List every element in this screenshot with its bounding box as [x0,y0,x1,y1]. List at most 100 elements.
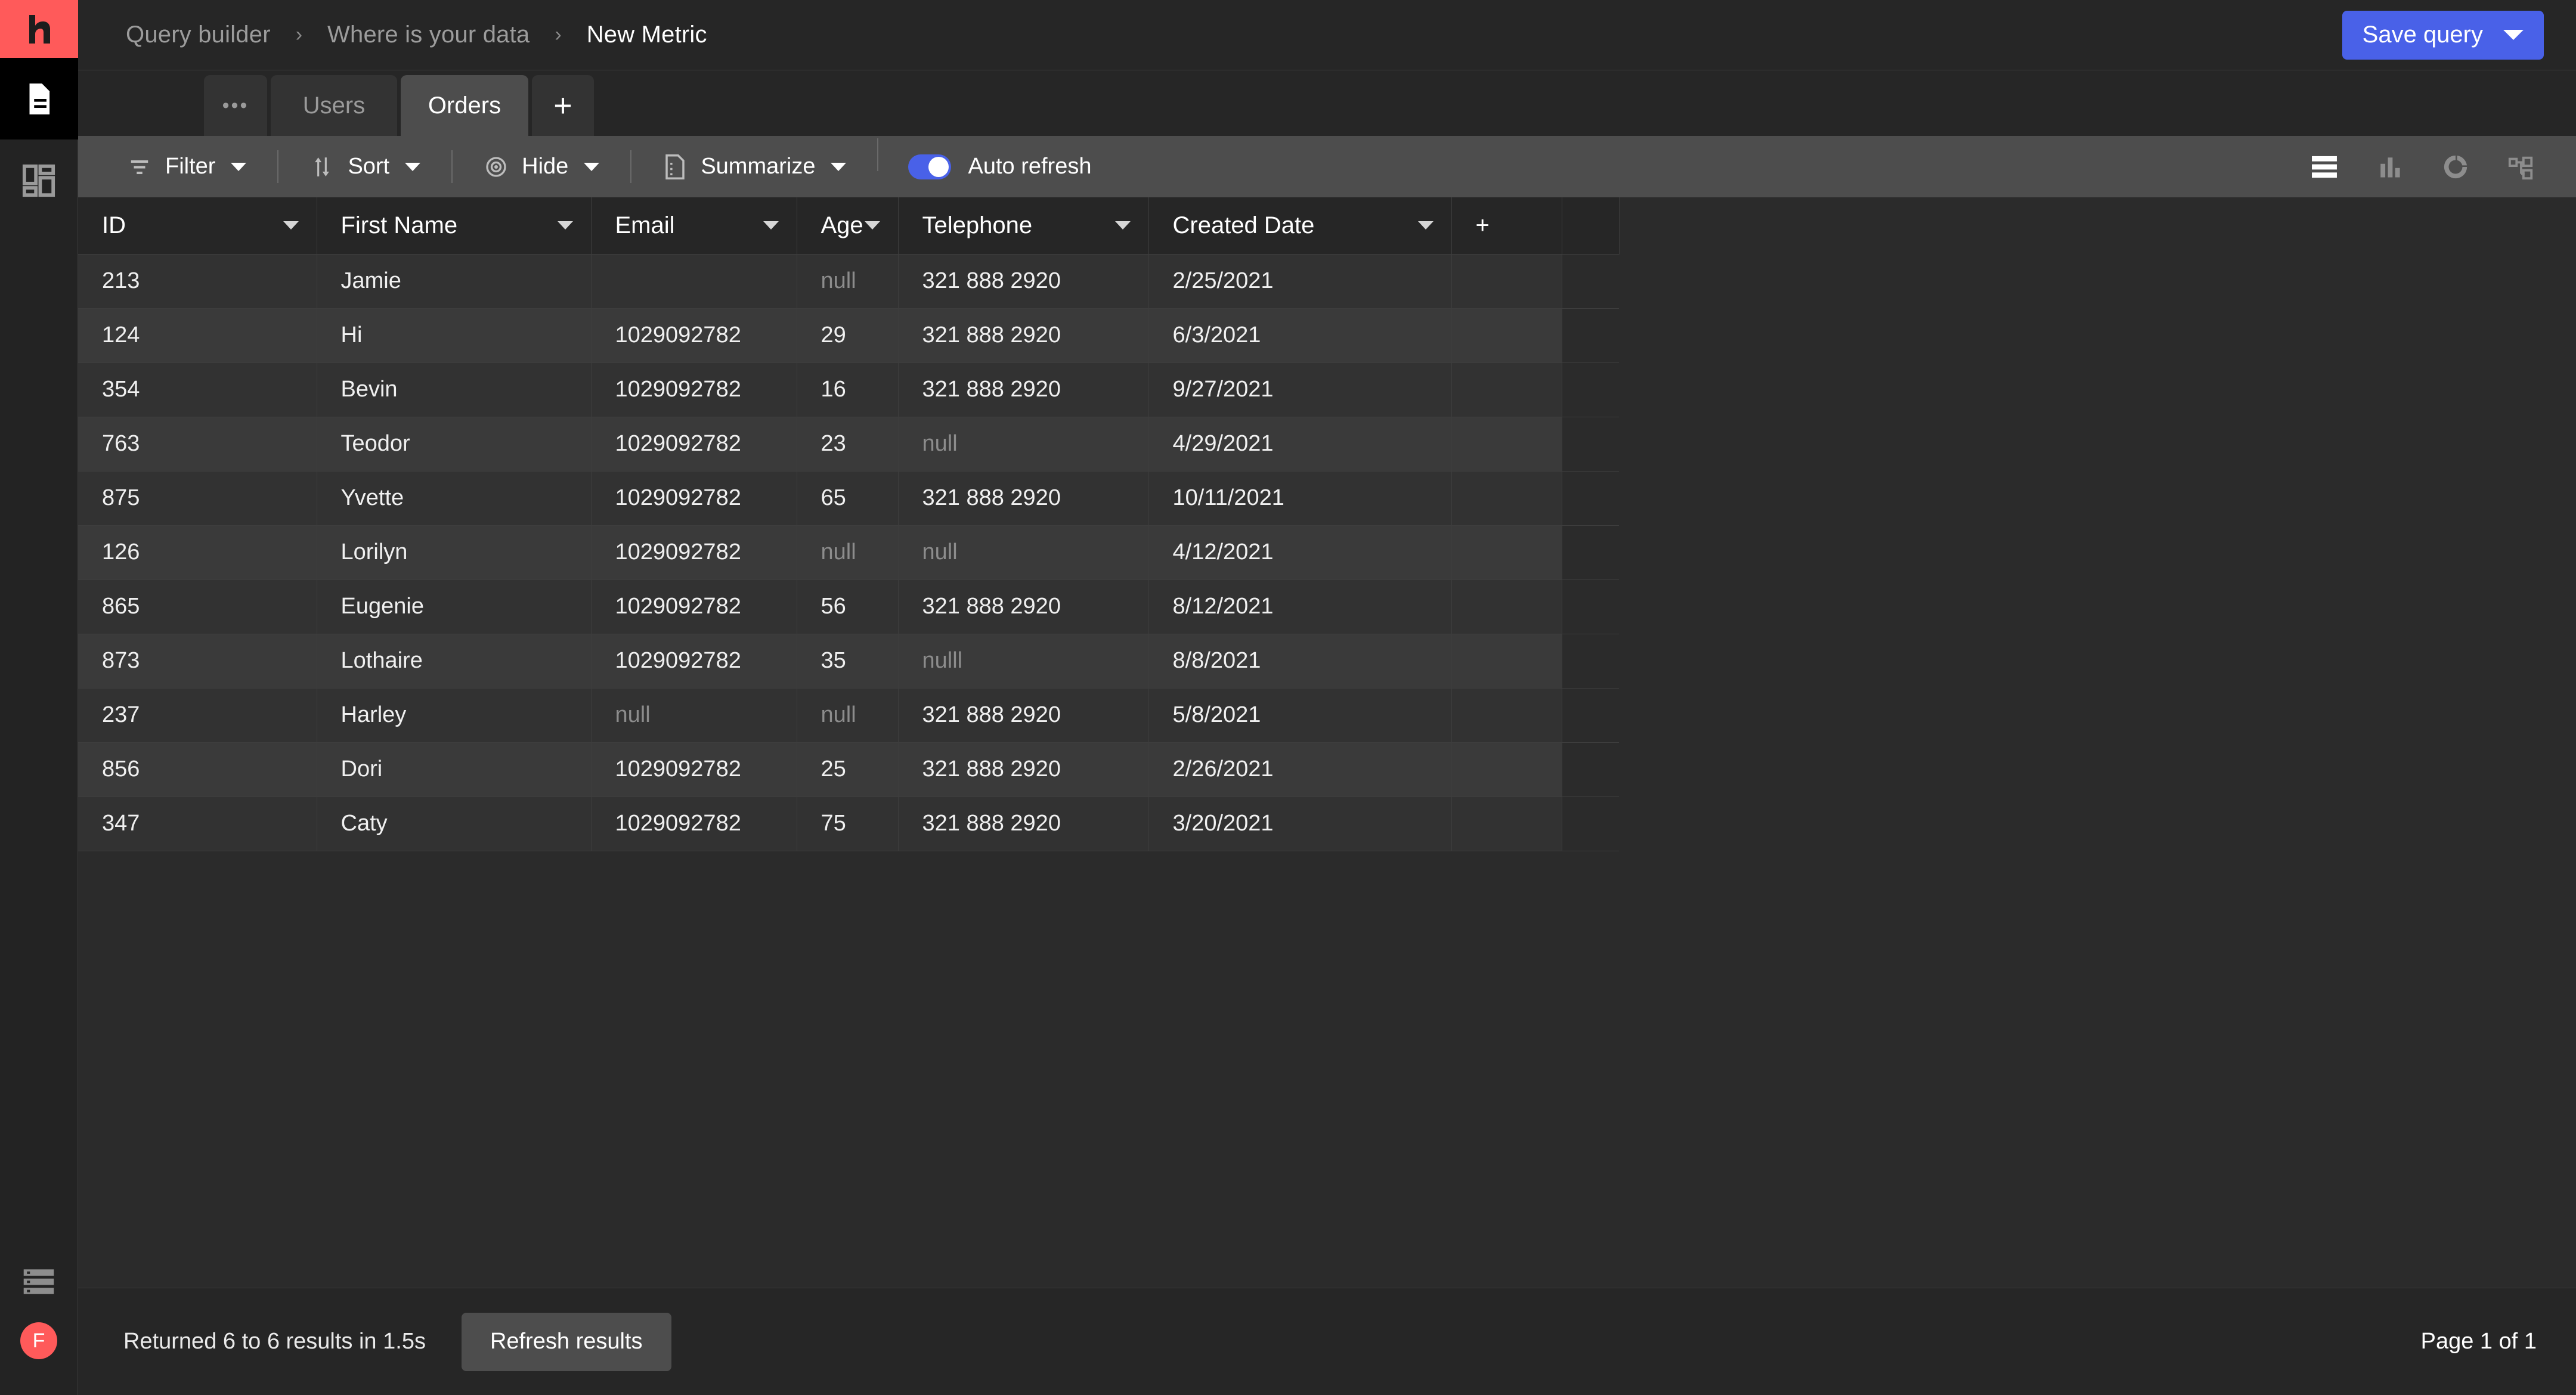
hide-button[interactable]: Hide [451,136,630,197]
table-row[interactable]: 126 Lorilyn 1029092782 null null 4/12/2021 [78,525,2576,580]
chevron-down-icon[interactable] [864,221,880,230]
cell-created-date[interactable]: 3/20/2021 [1148,796,1452,851]
cell-email[interactable]: 1029092782 [591,525,797,580]
bar-chart-view-icon[interactable] [2374,151,2405,182]
cell-age[interactable]: 56 [797,579,899,634]
add-tab-button[interactable]: + [532,75,594,136]
table-row[interactable]: 873 Lothaire 1029092782 35 nulll 8/8/2021 [78,634,2576,689]
sort-button[interactable]: Sort [277,136,451,197]
cell-created-date[interactable]: 2/25/2021 [1148,254,1452,309]
cell-id[interactable]: 237 [78,688,317,743]
cell-telephone[interactable]: 321 888 2920 [898,579,1149,634]
summarize-button[interactable]: Summarize [630,136,877,197]
cell-id[interactable]: 347 [78,796,317,851]
cell-telephone[interactable]: 321 888 2920 [898,471,1149,526]
cell-telephone[interactable]: 321 888 2920 [898,742,1149,797]
cell-telephone[interactable]: 321 888 2920 [898,688,1149,743]
chevron-down-icon[interactable] [763,221,779,230]
column-header-first-name[interactable]: First Name [317,197,592,255]
sidebar-item-documents[interactable] [0,58,78,140]
cell-id[interactable]: 354 [78,362,317,417]
column-header-created-date[interactable]: Created Date [1148,197,1452,255]
cell-id[interactable]: 124 [78,308,317,363]
cell-first-name[interactable]: Harley [317,688,592,743]
cell-id[interactable]: 126 [78,525,317,580]
cell-created-date[interactable]: 4/29/2021 [1148,417,1452,472]
cell-first-name[interactable]: Bevin [317,362,592,417]
node-tree-view-icon[interactable] [2506,151,2537,182]
cell-email[interactable]: 1029092782 [591,742,797,797]
chevron-down-icon[interactable] [2503,30,2524,40]
save-query-button[interactable]: Save query [2342,10,2544,60]
cell-telephone[interactable]: 321 888 2920 [898,362,1149,417]
cell-email[interactable]: 1029092782 [591,796,797,851]
cell-age[interactable]: null [797,688,899,743]
sidebar-item-dashboards[interactable] [0,140,78,221]
cell-telephone[interactable]: nulll [898,634,1149,689]
cell-email[interactable]: 1029092782 [591,471,797,526]
cell-first-name[interactable]: Lorilyn [317,525,592,580]
cell-age[interactable]: 29 [797,308,899,363]
table-row[interactable]: 354 Bevin 1029092782 16 321 888 2920 9/27/202… [78,362,2576,417]
column-header-telephone[interactable]: Telephone [898,197,1149,255]
tab-overflow-menu[interactable]: ••• [204,75,267,136]
table-row[interactable]: 237 Harley null null 321 888 2920 5/8/2021 [78,688,2576,743]
cell-first-name[interactable]: Lothaire [317,634,592,689]
column-header-age[interactable]: Age [797,197,899,255]
table-row[interactable]: 856 Dori 1029092782 25 321 888 2920 2/26/2021 [78,742,2576,797]
cell-created-date[interactable]: 4/12/2021 [1148,525,1452,580]
cell-age[interactable]: 65 [797,471,899,526]
cell-id[interactable]: 856 [78,742,317,797]
cell-created-date[interactable]: 8/12/2021 [1148,579,1452,634]
breadcrumb-item-query-builder[interactable]: Query builder [123,21,273,48]
cell-first-name[interactable]: Dori [317,742,592,797]
breadcrumb-item-new-metric[interactable]: New Metric [584,21,710,48]
cell-first-name[interactable]: Teodor [317,417,592,472]
avatar[interactable]: F [20,1322,57,1359]
cell-email[interactable]: null [591,688,797,743]
column-header-id[interactable]: ID [78,197,317,255]
chevron-down-icon[interactable] [557,221,573,230]
table-row[interactable]: 875 Yvette 1029092782 65 321 888 2920 10/11/2… [78,471,2576,526]
cell-first-name[interactable]: Hi [317,308,592,363]
chevron-down-icon[interactable] [283,221,299,230]
filter-button[interactable]: Filter [78,136,277,197]
cell-email[interactable]: 1029092782 [591,579,797,634]
table-row[interactable]: 124 Hi 1029092782 29 321 888 2920 6/3/2021 [78,308,2576,363]
refresh-results-button[interactable]: Refresh results [461,1312,671,1371]
cell-first-name[interactable]: Caty [317,796,592,851]
cell-created-date[interactable]: 6/3/2021 [1148,308,1452,363]
cell-age[interactable]: null [797,525,899,580]
cell-id[interactable]: 865 [78,579,317,634]
table-row[interactable]: 865 Eugenie 1029092782 56 321 888 2920 8/12/2… [78,579,2576,634]
table-row[interactable]: 347 Caty 1029092782 75 321 888 2920 3/20/2021 [78,796,2576,851]
cell-email[interactable] [591,254,797,309]
cell-first-name[interactable]: Jamie [317,254,592,309]
tab-users[interactable]: Users [271,75,397,136]
cell-age[interactable]: null [797,254,899,309]
cell-age[interactable]: 75 [797,796,899,851]
cell-age[interactable]: 35 [797,634,899,689]
sidebar-item-data-sources[interactable] [0,1241,78,1322]
table-view-icon[interactable] [2309,151,2340,182]
auto-refresh-toggle[interactable]: Auto refresh [877,138,1122,179]
add-column-button[interactable]: + [1451,197,1562,255]
donut-chart-view-icon[interactable] [2440,151,2471,182]
column-header-email[interactable]: Email [591,197,797,255]
app-logo[interactable] [0,0,78,58]
cell-telephone[interactable]: null [898,417,1149,472]
cell-id[interactable]: 763 [78,417,317,472]
chevron-down-icon[interactable] [1114,221,1131,230]
cell-telephone[interactable]: 321 888 2920 [898,254,1149,309]
cell-id[interactable]: 213 [78,254,317,309]
cell-first-name[interactable]: Yvette [317,471,592,526]
cell-email[interactable]: 1029092782 [591,417,797,472]
chevron-down-icon[interactable] [1417,221,1433,230]
cell-first-name[interactable]: Eugenie [317,579,592,634]
table-row[interactable]: 763 Teodor 1029092782 23 null 4/29/2021 [78,417,2576,472]
toggle-switch-icon[interactable] [908,154,952,179]
table-row[interactable]: 213 Jamie null 321 888 2920 2/25/2021 [78,254,2576,309]
cell-age[interactable]: 16 [797,362,899,417]
cell-email[interactable]: 1029092782 [591,308,797,363]
cell-age[interactable]: 25 [797,742,899,797]
